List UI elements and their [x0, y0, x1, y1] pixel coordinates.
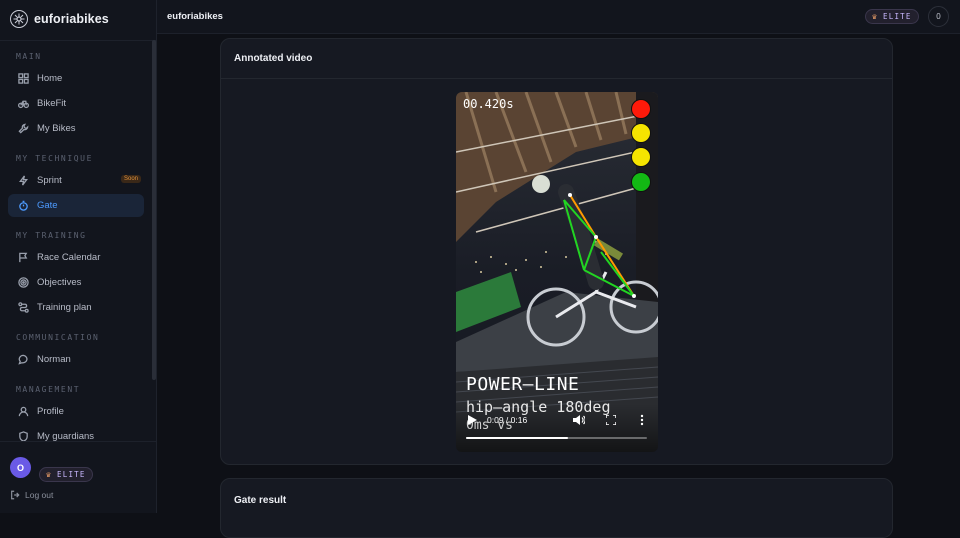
soon-badge: Soon	[120, 175, 141, 183]
sidebar: euforiabikes MAIN Home BikeFit My Bikes …	[0, 0, 157, 513]
bike-icon	[18, 98, 29, 109]
video-progress-bar[interactable]	[466, 437, 647, 439]
sidebar-item-gate[interactable]: Gate	[8, 194, 144, 217]
section-main: MAIN	[16, 52, 42, 61]
crown-icon: ♛	[46, 470, 53, 479]
sidebar-item-label: Race Calendar	[37, 252, 101, 263]
sidebar-item-label: My Bikes	[37, 123, 76, 134]
video-player[interactable]: 00.420s POWER—LINE hip—angle 180deg 0ms …	[456, 92, 658, 452]
sidebar-item-label: Profile	[37, 406, 64, 417]
sidebar-item-label: Sprint	[37, 175, 62, 186]
flag-icon	[18, 252, 29, 263]
divider	[0, 40, 156, 41]
traffic-light-1	[631, 99, 651, 119]
play-icon[interactable]	[467, 415, 477, 425]
overlay-title: POWER—LINE	[466, 374, 580, 395]
logout-label: Log out	[25, 490, 54, 500]
sidebar-item-my-guardians[interactable]: My guardians	[8, 425, 144, 448]
sidebar-item-sprint[interactable]: Sprint Soon	[8, 169, 144, 192]
section-my-training: MY TRAINING	[16, 231, 87, 240]
sidebar-item-race-calendar[interactable]: Race Calendar	[8, 246, 144, 269]
grid-icon	[18, 73, 29, 84]
sidebar-item-home[interactable]: Home	[8, 67, 144, 90]
section-management: MANAGEMENT	[16, 385, 81, 394]
traffic-light-4	[631, 172, 651, 192]
route-icon	[18, 302, 29, 313]
card-title: Gate result	[234, 494, 287, 506]
elite-label: ELITE	[57, 470, 86, 479]
sidebar-item-label: Gate	[37, 200, 58, 211]
sidebar-item-objectives[interactable]: Objectives	[8, 271, 144, 294]
crown-icon: ♛	[872, 12, 879, 21]
avatar[interactable]: O	[10, 457, 31, 478]
sidebar-item-training-plan[interactable]: Training plan	[8, 296, 144, 319]
sidebar-item-label: Home	[37, 73, 63, 84]
target-icon	[18, 277, 29, 288]
main-content: Annotated video 00.420s POWER—LINE hip—a…	[157, 34, 960, 538]
volume-icon[interactable]	[573, 414, 585, 426]
section-my-technique: MY TECHNIQUE	[16, 154, 93, 163]
sidebar-item-label: Objectives	[37, 277, 82, 288]
section-communication: COMMUNICATION	[16, 333, 100, 342]
brand[interactable]: euforiabikes	[10, 9, 109, 29]
sidebar-item-label: BikeFit	[37, 98, 67, 109]
stopwatch-icon	[18, 200, 29, 211]
bolt-icon	[18, 175, 29, 186]
card-title: Annotated video	[221, 39, 892, 79]
divider	[0, 441, 156, 442]
annotated-video-card: Annotated video 00.420s POWER—LINE hip—a…	[220, 38, 893, 465]
sidebar-scrollbar[interactable]	[152, 40, 156, 380]
brand-name: euforiabikes	[34, 12, 109, 26]
traffic-light-2	[631, 123, 651, 143]
sidebar-item-my-bikes[interactable]: My Bikes	[8, 117, 144, 140]
overlay-timer: 00.420s	[463, 97, 514, 111]
sidebar-item-profile[interactable]: Profile	[8, 400, 144, 423]
elite-badge: ♛ ELITE	[39, 467, 93, 482]
sidebar-item-norman[interactable]: Norman	[8, 348, 144, 371]
sidebar-item-label: Norman	[37, 354, 71, 365]
notification-count-button[interactable]: 0	[928, 6, 949, 27]
topbar: euforiabikes ♛ ELITE 0	[157, 0, 960, 34]
logout-button[interactable]: Log out	[10, 490, 53, 500]
traffic-light-3	[631, 147, 651, 167]
user-icon	[18, 406, 29, 417]
chat-icon	[18, 354, 29, 365]
gate-result-card: Gate result	[220, 478, 893, 538]
page-title: euforiabikes	[167, 11, 223, 22]
wrench-icon	[18, 123, 29, 134]
notification-count: 0	[936, 12, 941, 21]
logout-icon	[11, 490, 20, 500]
video-progress-fill	[466, 437, 568, 439]
fullscreen-icon[interactable]	[606, 415, 616, 425]
overlay-subtitle: hip—angle 180deg	[466, 398, 611, 416]
avatar-initial: O	[16, 462, 24, 473]
logo-icon	[10, 10, 28, 28]
sidebar-item-bikefit[interactable]: BikeFit	[8, 92, 144, 115]
sidebar-item-label: Training plan	[37, 302, 92, 313]
more-options-icon[interactable]	[637, 414, 647, 426]
video-time: 0:09 / 0:16	[487, 415, 528, 425]
elite-badge[interactable]: ♛ ELITE	[865, 9, 919, 24]
elite-label: ELITE	[883, 12, 912, 21]
